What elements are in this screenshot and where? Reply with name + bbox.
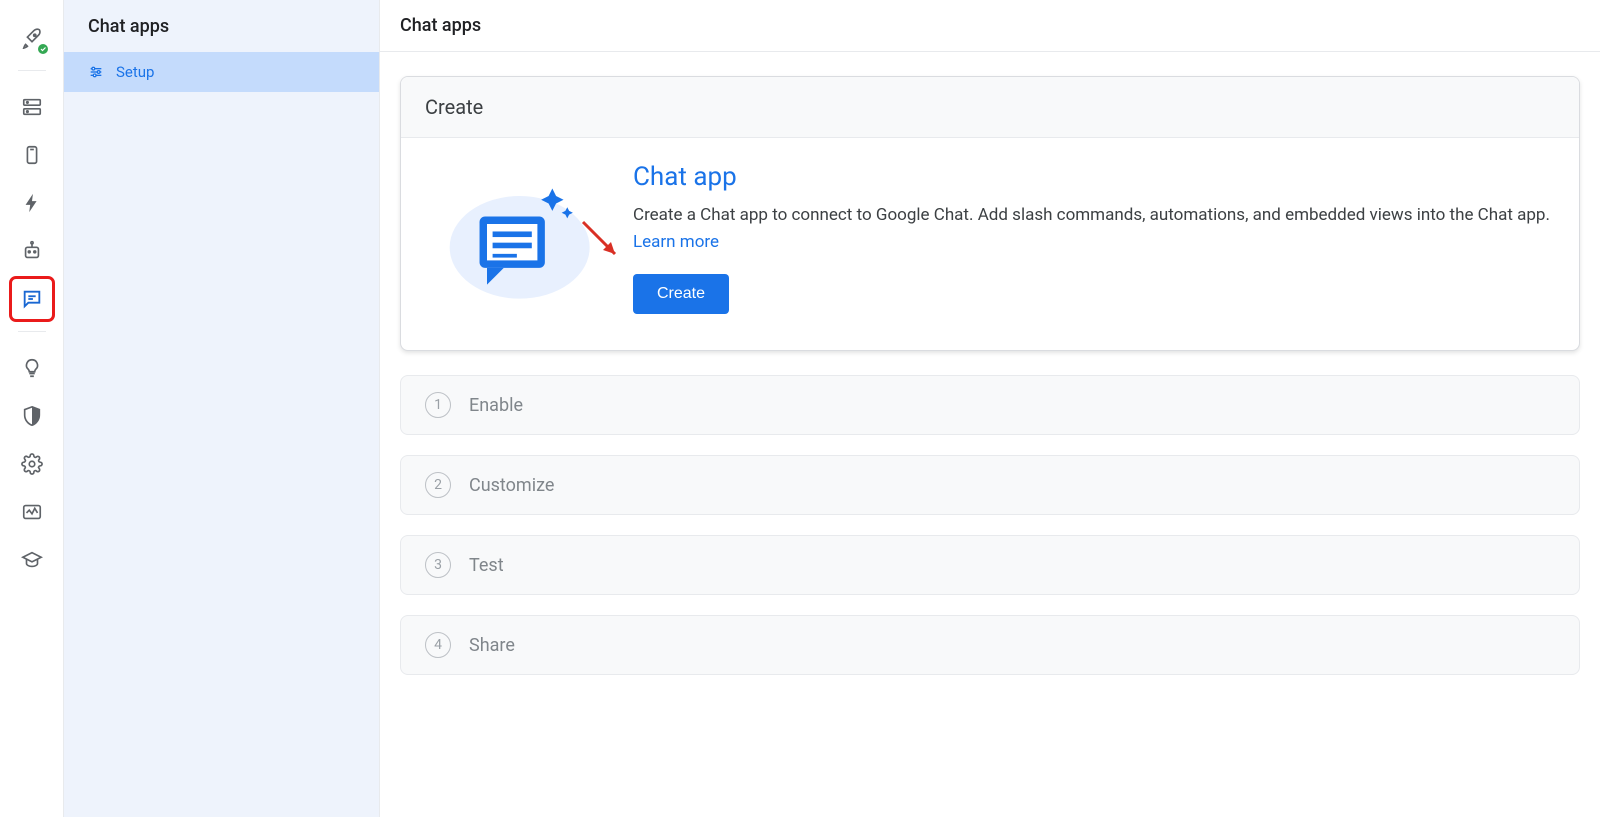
create-button[interactable]: Create — [633, 274, 729, 314]
chat-app-illustration — [425, 162, 605, 314]
rail-rocket[interactable] — [12, 18, 52, 58]
create-card-text: Chat app Create a Chat app to connect to… — [633, 162, 1555, 314]
rail-lightbulb[interactable] — [12, 348, 52, 388]
learn-more-link[interactable]: Learn more — [633, 232, 719, 252]
rail-chat[interactable] — [12, 279, 52, 319]
step-num-4: 4 — [425, 632, 451, 658]
rail-divider — [18, 70, 46, 71]
bolt-icon — [21, 192, 43, 214]
step-label-enable: Enable — [469, 395, 523, 416]
create-card: Create — [400, 76, 1580, 351]
create-card-desc-text: Create a Chat app to connect to Google C… — [633, 205, 1550, 225]
rail-graduation[interactable] — [12, 540, 52, 580]
step-customize[interactable]: 2 Customize — [400, 455, 1580, 515]
step-enable[interactable]: 1 Enable — [400, 375, 1580, 435]
graduation-icon — [21, 549, 43, 571]
activity-icon — [21, 501, 43, 523]
main: Chat apps Create — [380, 0, 1600, 817]
step-label-share: Share — [469, 635, 515, 656]
rail-device[interactable] — [12, 135, 52, 175]
rail-divider-2 — [18, 331, 46, 332]
step-label-customize: Customize — [469, 475, 554, 496]
rail-server[interactable] — [12, 87, 52, 127]
shield-icon — [21, 405, 43, 427]
create-card-title: Chat app — [633, 162, 1555, 192]
rail-shield[interactable] — [12, 396, 52, 436]
chat-icon — [21, 288, 43, 310]
sidebar-nav: Setup — [64, 52, 379, 92]
step-share[interactable]: 4 Share — [400, 615, 1580, 675]
sidebar-title: Chat apps — [64, 0, 379, 52]
app-root: Chat apps Setup Chat apps Create — [0, 0, 1600, 817]
icon-rail — [0, 0, 64, 817]
device-icon — [21, 144, 43, 166]
sidebar-item-label: Setup — [116, 63, 154, 81]
tune-icon — [88, 64, 104, 80]
rail-activity[interactable] — [12, 492, 52, 532]
lightbulb-icon — [21, 357, 43, 379]
settings-icon — [21, 453, 43, 475]
robot-icon — [21, 240, 43, 262]
step-num-3: 3 — [425, 552, 451, 578]
create-card-description: Create a Chat app to connect to Google C… — [633, 202, 1555, 256]
sidebar-item-setup[interactable]: Setup — [64, 52, 379, 92]
step-test[interactable]: 3 Test — [400, 535, 1580, 595]
step-label-test: Test — [469, 555, 504, 576]
step-num-1: 1 — [425, 392, 451, 418]
create-card-header: Create — [401, 77, 1579, 138]
rail-robot[interactable] — [12, 231, 52, 271]
rail-bolt[interactable] — [12, 183, 52, 223]
page-title: Chat apps — [380, 0, 1600, 52]
create-card-body: Chat app Create a Chat app to connect to… — [401, 138, 1579, 350]
step-num-2: 2 — [425, 472, 451, 498]
rail-settings[interactable] — [12, 444, 52, 484]
sidebar: Chat apps Setup — [64, 0, 380, 817]
server-icon — [21, 96, 43, 118]
content: Create — [380, 52, 1600, 735]
